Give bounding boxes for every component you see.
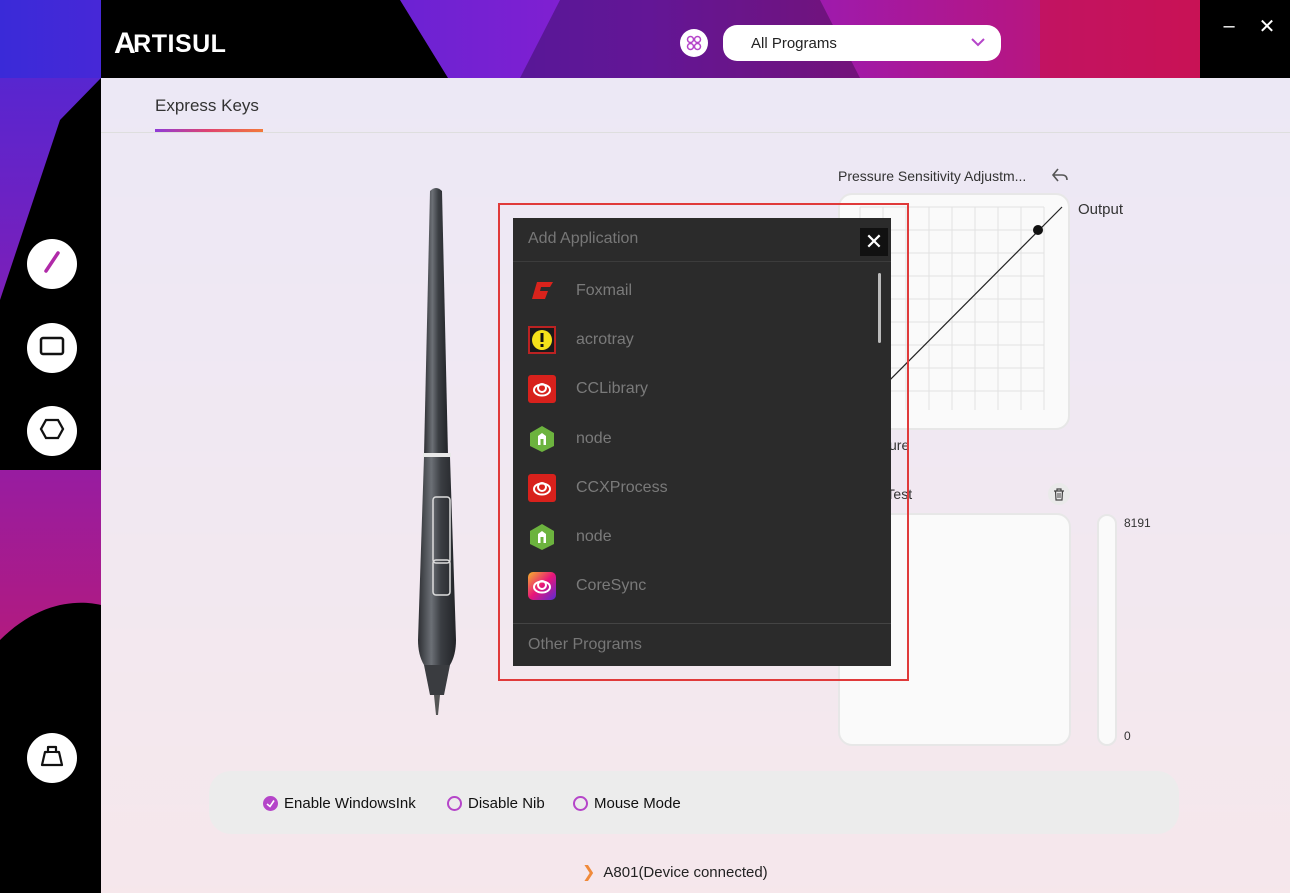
disable-nib-option[interactable]: Disable Nib (447, 795, 545, 812)
disable-nib-label: Disable Nib (468, 795, 545, 812)
node-icon (527, 522, 557, 552)
pressure-level-bar (1097, 514, 1117, 746)
app-name: CoreSync (576, 577, 647, 594)
acrotray-icon (527, 325, 557, 355)
logo-text: RTISUL (133, 29, 227, 58)
list-item[interactable]: node (527, 422, 612, 456)
pen-icon (39, 249, 65, 280)
artisul-logo: A RTISUL (114, 24, 226, 64)
reset-curve-icon[interactable] (1050, 165, 1070, 190)
coresync-icon (527, 571, 557, 601)
dialog-divider (513, 261, 891, 262)
radio-unchecked-icon (447, 796, 462, 811)
program-group-icon[interactable] (680, 29, 708, 57)
radio-unchecked-icon (573, 796, 588, 811)
enable-windows-ink-label: Enable WindowsInk (284, 795, 416, 812)
other-programs-item[interactable]: Other Programs (528, 636, 642, 654)
pressure-sensitivity-title: Pressure Sensitivity Adjustm... (838, 168, 1027, 184)
creative-cloud-icon (527, 473, 557, 503)
tablet-icon (39, 335, 65, 362)
mouse-mode-label: Mouse Mode (594, 795, 681, 812)
dialog-title: Add Application (528, 230, 639, 247)
mouse-mode-option[interactable]: Mouse Mode (573, 795, 681, 812)
enable-windows-ink-option[interactable]: Enable WindowsInk (263, 795, 416, 812)
dialog-divider (513, 623, 891, 624)
foxmail-icon (527, 276, 557, 306)
tab-express-keys[interactable]: Express Keys (155, 96, 259, 116)
app-name: acrotray (576, 331, 634, 348)
device-status-label: A801(Device connected) (603, 863, 768, 881)
creative-cloud-icon (527, 374, 557, 404)
program-select[interactable]: All Programs (723, 25, 1001, 61)
app-name: CCLibrary (576, 380, 649, 397)
dialog-close-button[interactable]: ✕ (860, 228, 888, 256)
sidebar-item-weight[interactable] (27, 733, 77, 783)
list-item[interactable]: CCLibrary (527, 372, 648, 406)
trash-icon[interactable] (1048, 483, 1070, 505)
pressure-max-value: 8191 (1124, 516, 1151, 530)
sidebar-item-tablet[interactable] (27, 323, 77, 373)
list-item[interactable]: acrotray (527, 323, 634, 357)
pressure-min-value: 0 (1124, 729, 1131, 743)
app-name: CCXProcess (576, 479, 668, 496)
weight-icon (39, 743, 65, 774)
app-name: node (576, 430, 612, 447)
radio-checked-icon (263, 796, 278, 811)
list-item[interactable]: CoreSync (527, 569, 646, 603)
output-axis-label: Output (1078, 201, 1124, 218)
dialog-scrollbar[interactable] (878, 273, 881, 343)
sidebar-item-pen[interactable] (27, 239, 77, 289)
device-status[interactable]: ❯ A801(Device connected) (582, 862, 768, 882)
chevron-right-icon: ❯ (582, 864, 596, 881)
program-select-value: All Programs (751, 34, 837, 52)
close-window-button[interactable]: ✕ (1255, 14, 1279, 38)
app-name: Foxmail (576, 282, 633, 299)
tab-divider (101, 132, 1290, 133)
list-item[interactable]: Foxmail (527, 274, 632, 308)
list-item[interactable]: CCXProcess (527, 471, 668, 505)
pen-illustration (418, 188, 456, 715)
chevron-down-icon (969, 33, 987, 55)
minimize-button[interactable]: – (1217, 14, 1241, 38)
sidebar-item-hexagon[interactable] (27, 406, 77, 456)
add-application-dialog: Add Application ✕ Foxmail acrotray CCLib… (513, 218, 891, 666)
node-icon (527, 424, 557, 454)
list-item[interactable]: node (527, 520, 612, 554)
hexagon-icon (39, 416, 65, 447)
app-name: node (576, 528, 612, 545)
